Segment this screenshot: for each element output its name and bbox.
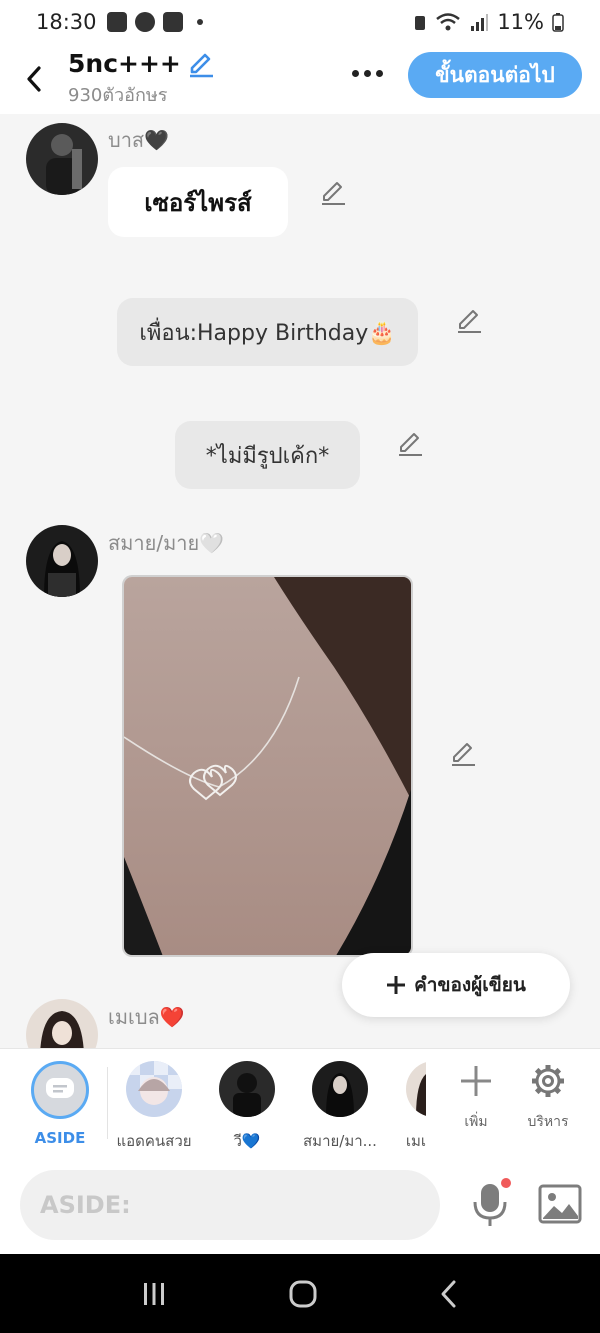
character-label: เมเ (405, 1132, 426, 1150)
notification-icons (106, 12, 203, 32)
chat-story-editor: 18:30 11% 5nc+++ 930ตัวอักษร ขั้นตอนต่อไ… (0, 0, 600, 1333)
microphone-icon[interactable] (468, 1178, 512, 1230)
gallery-notification-icon (106, 12, 127, 32)
character-avatar (126, 1061, 182, 1117)
character-admin[interactable]: แอดคนสวย (114, 1061, 194, 1153)
input-bar (0, 1158, 600, 1254)
plus-icon (461, 1066, 491, 1096)
alarm-icon (415, 16, 426, 30)
author-note-button[interactable]: คำของผู้เขียน (342, 953, 570, 1017)
edit-message-icon[interactable] (448, 739, 478, 769)
system-icons: 11% (413, 10, 564, 34)
narration-bubble[interactable]: *ไม่มีรูปเค้ก* (175, 421, 360, 489)
manage-characters-button[interactable]: บริหาร (518, 1063, 578, 1133)
system-back-icon[interactable] (438, 1279, 460, 1309)
signal-icon (471, 14, 489, 31)
plus-icon (387, 976, 406, 994)
author-note-label: คำของผู้เขียน (414, 974, 526, 996)
more-notifications-dot (196, 19, 203, 25)
aside-avatar (31, 1061, 89, 1119)
back-arrow-icon (27, 66, 41, 92)
character-aside[interactable]: ASIDE (20, 1061, 100, 1147)
battery-percent: 11% (497, 10, 544, 34)
manage-label: บริหาร (527, 1114, 569, 1130)
more-options-icon[interactable] (345, 58, 389, 88)
messenger-notification-icon (134, 12, 155, 32)
message-input[interactable] (20, 1170, 440, 1240)
next-step-button[interactable]: ขั้นตอนต่อไป (408, 52, 582, 98)
home-icon[interactable] (288, 1279, 318, 1309)
story-title: 5nc+++ (68, 49, 181, 78)
character-avatar (406, 1061, 426, 1117)
chat-bubble-icon (46, 1078, 74, 1098)
shared-photo-necklace[interactable] (122, 575, 413, 957)
edit-message-icon[interactable] (318, 178, 348, 208)
status-bar: 18:30 11% (0, 0, 600, 44)
image-upload-icon[interactable] (538, 1184, 582, 1224)
character-avatar (312, 1061, 368, 1117)
edit-title-pencil-icon[interactable] (187, 50, 215, 78)
add-character-button[interactable]: เพิ่ม (446, 1063, 506, 1133)
divider (107, 1067, 108, 1139)
youtube-notification-icon (162, 12, 183, 32)
character-avatar (219, 1061, 275, 1117)
sender-name-maybel: เมเบล❤️ (108, 1005, 185, 1029)
character-count: 930ตัวอักษร (68, 85, 168, 106)
sender-name-smile: สมาย/มาย🤍 (108, 531, 225, 555)
character-label: ASIDE (34, 1129, 86, 1147)
status-time: 18:30 (36, 10, 97, 34)
wifi-icon (436, 13, 461, 31)
avatar-bas[interactable] (26, 123, 98, 195)
recent-apps-icon[interactable] (140, 1280, 168, 1308)
character-selector: ASIDE แอดคนสวย วี💙 สมาย/มา... เมเ เพิ่ม … (0, 1048, 600, 1158)
edit-message-icon[interactable] (395, 429, 425, 459)
story-title-block: 5nc+++ 930ตัวอักษร (68, 49, 215, 109)
editor-header: 5nc+++ 930ตัวอักษร ขั้นตอนต่อไป (0, 44, 600, 114)
gear-icon (532, 1065, 564, 1097)
back-button[interactable] (6, 51, 62, 107)
character-maybel[interactable]: เมเ (380, 1061, 426, 1153)
avatar-smile[interactable] (26, 525, 98, 597)
character-label: แอดคนสวย (116, 1132, 192, 1150)
character-smile[interactable]: สมาย/มา... (300, 1061, 380, 1153)
character-label: วี💙 (233, 1132, 261, 1150)
add-label: เพิ่ม (464, 1114, 488, 1130)
chat-area[interactable]: บาส🖤 เซอร์ไพรส์ เพื่อน:Happy Birthday🎂 *… (0, 114, 600, 1048)
sender-name-bas: บาส🖤 (108, 128, 170, 152)
battery-icon (552, 13, 564, 32)
edit-message-icon[interactable] (454, 306, 484, 336)
system-navigation-bar (0, 1254, 600, 1333)
character-label: สมาย/มา... (303, 1132, 377, 1150)
narration-bubble[interactable]: เพื่อน:Happy Birthday🎂 (117, 298, 418, 366)
avatar-maybel[interactable] (26, 999, 98, 1048)
message-bubble[interactable]: เซอร์ไพรส์ (108, 167, 288, 237)
character-v[interactable]: วี💙 (207, 1061, 287, 1153)
